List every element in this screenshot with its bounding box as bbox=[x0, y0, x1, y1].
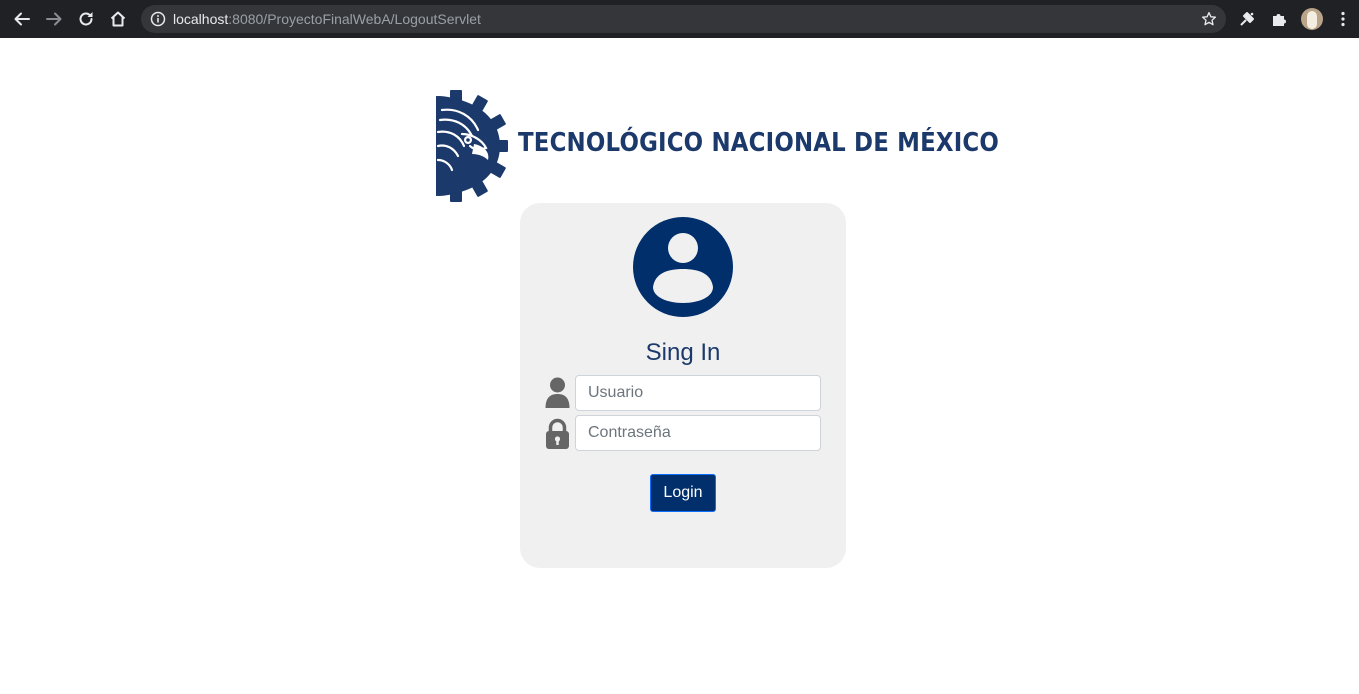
home-icon bbox=[110, 11, 126, 27]
institution-logo: TECNOLÓGICO NACIONAL DE MÉXICO bbox=[428, 88, 999, 204]
extension-icon[interactable] bbox=[1238, 10, 1256, 28]
back-button[interactable] bbox=[10, 7, 34, 31]
url-host: localhost bbox=[173, 11, 229, 27]
lock-icon bbox=[546, 418, 569, 449]
password-input[interactable] bbox=[575, 415, 821, 451]
profile-avatar[interactable] bbox=[1301, 8, 1323, 30]
eagle-gear-logo-icon bbox=[436, 90, 508, 202]
forward-icon bbox=[46, 12, 62, 26]
address-bar[interactable]: localhost:8080/ProyectoFinalWebA/LogoutS… bbox=[141, 5, 1226, 33]
login-title: Sing In bbox=[645, 339, 721, 366]
menu-icon[interactable] bbox=[1334, 10, 1352, 28]
login-card: Sing In Login bbox=[520, 203, 846, 568]
reload-icon bbox=[79, 12, 93, 26]
back-icon bbox=[14, 12, 30, 26]
login-button[interactable]: Login bbox=[650, 474, 716, 512]
user-avatar-icon bbox=[633, 217, 733, 317]
reload-button[interactable] bbox=[74, 7, 98, 31]
url-path: :8080/ProyectoFinalWebA/LogoutServlet bbox=[228, 11, 481, 27]
bookmark-star-icon[interactable] bbox=[1201, 11, 1217, 27]
user-icon bbox=[545, 377, 570, 408]
profile-avatar-shape bbox=[1307, 11, 1317, 29]
info-icon[interactable] bbox=[150, 11, 166, 27]
puzzle-icon[interactable] bbox=[1270, 10, 1288, 28]
home-button[interactable] bbox=[106, 7, 130, 31]
institution-name: TECNOLÓGICO NACIONAL DE MÉXICO bbox=[518, 128, 1000, 158]
url-text[interactable]: localhost:8080/ProyectoFinalWebA/LogoutS… bbox=[173, 11, 481, 27]
browser-toolbar: localhost:8080/ProyectoFinalWebA/LogoutS… bbox=[0, 0, 1359, 38]
username-input[interactable] bbox=[575, 375, 821, 411]
forward-button[interactable] bbox=[42, 7, 66, 31]
